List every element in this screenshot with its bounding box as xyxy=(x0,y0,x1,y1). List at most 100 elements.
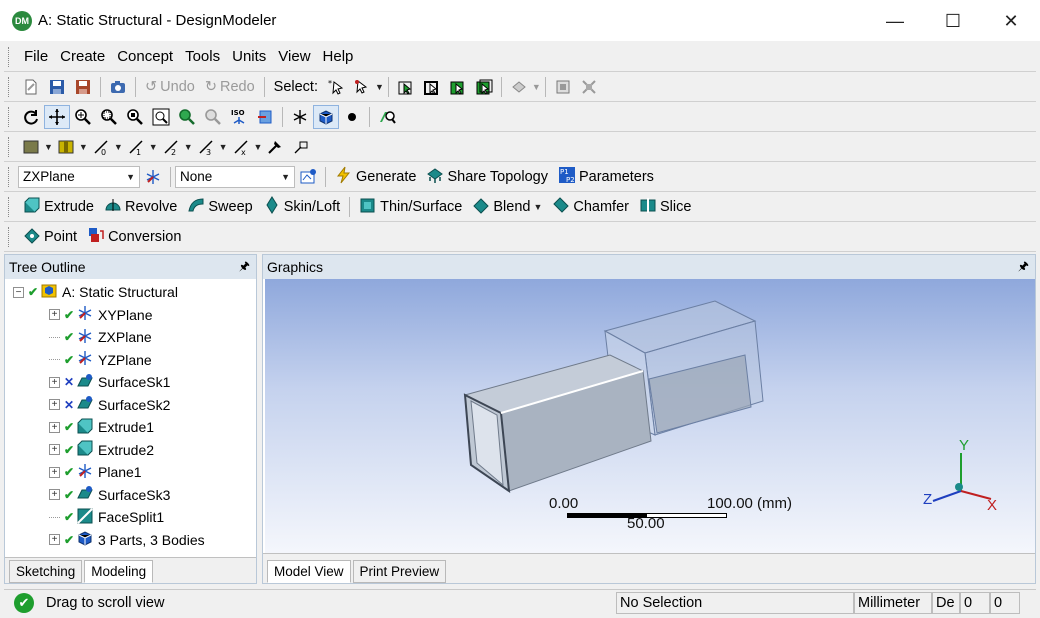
revolve-button[interactable]: Revolve xyxy=(99,195,182,219)
pin-icon[interactable]: 🖈 xyxy=(1018,257,1029,278)
sweep-button[interactable]: Sweep xyxy=(182,195,257,219)
expand-icon[interactable]: + xyxy=(49,444,60,456)
edge-filter-0-icon[interactable]: 0 xyxy=(88,135,114,159)
tab-sketching[interactable]: Sketching xyxy=(9,560,83,583)
magnifier-icon[interactable] xyxy=(174,105,200,129)
plane-select[interactable]: ZXPlane ▼ xyxy=(18,165,140,188)
menu-create[interactable]: Create xyxy=(54,48,111,65)
extend-selection-dropdown-icon[interactable]: ▼ xyxy=(532,82,541,92)
tab-modeling[interactable]: Modeling xyxy=(84,560,154,583)
menu-view[interactable]: View xyxy=(272,48,316,65)
conversion-button[interactable]: Conversion xyxy=(82,225,186,249)
minimize-button[interactable]: — xyxy=(866,0,924,42)
menu-file[interactable]: File xyxy=(18,48,54,65)
select-mode-icon[interactable] xyxy=(349,75,375,99)
save-icon[interactable] xyxy=(44,75,70,99)
display-model-icon[interactable] xyxy=(313,104,339,129)
toolbar-grip[interactable] xyxy=(8,136,12,157)
save-as-icon[interactable] xyxy=(70,75,96,99)
previous-view-icon[interactable] xyxy=(200,105,226,129)
flag-edge-icon[interactable] xyxy=(288,135,314,159)
expand-icon[interactable]: + xyxy=(49,534,60,546)
menu-concept[interactable]: Concept xyxy=(111,48,179,65)
edge-filter-1-dropdown-icon[interactable]: ▼ xyxy=(149,142,158,152)
parameters-button[interactable]: P1 P2 Parameters xyxy=(553,165,659,189)
zoom-box-icon[interactable] xyxy=(96,105,122,129)
menu-grip[interactable] xyxy=(8,46,12,67)
toolbar-grip[interactable] xyxy=(8,226,12,247)
skin-loft-button[interactable]: Skin/Loft xyxy=(258,195,345,219)
menu-help[interactable]: Help xyxy=(317,48,360,65)
menu-units[interactable]: Units xyxy=(226,48,272,65)
undo-button[interactable]: ↺ Undo xyxy=(140,75,200,99)
close-button[interactable]: ✕ xyxy=(982,0,1040,42)
tab-model-view[interactable]: Model View xyxy=(267,560,351,583)
new-plane-icon[interactable] xyxy=(140,165,166,189)
look-at-icon[interactable] xyxy=(252,105,278,129)
expand-all-icon[interactable] xyxy=(550,75,576,99)
edge-filter-x-icon[interactable]: x xyxy=(228,135,254,159)
edge-color-dropdown-icon[interactable]: ▼ xyxy=(79,142,88,152)
tree-item[interactable]: + ✕ SurfaceSk2 xyxy=(5,394,256,417)
expand-icon[interactable]: + xyxy=(49,421,60,433)
rotate-icon[interactable] xyxy=(18,105,44,129)
tree-item[interactable]: + ✕ SurfaceSk1 xyxy=(5,371,256,394)
point-button[interactable]: Point xyxy=(18,225,82,249)
blend-button[interactable]: Blend ▼ xyxy=(467,195,547,219)
edge-filter-1-icon[interactable]: 1 xyxy=(123,135,149,159)
generate-button[interactable]: Generate xyxy=(330,165,421,189)
pan-icon[interactable] xyxy=(44,104,70,129)
collapse-all-icon[interactable] xyxy=(576,75,602,99)
maximize-button[interactable]: ☐ xyxy=(924,0,982,42)
select-face-icon[interactable] xyxy=(445,75,471,99)
extrude-button[interactable]: Extrude xyxy=(18,195,99,219)
edge-filter-2-dropdown-icon[interactable]: ▼ xyxy=(184,142,193,152)
new-document-icon[interactable] xyxy=(18,75,44,99)
iso-view-icon[interactable]: ISO xyxy=(226,105,252,129)
toolbar-grip[interactable] xyxy=(8,76,12,97)
box-zoom-icon[interactable] xyxy=(148,105,174,129)
pin-edge-icon[interactable] xyxy=(262,135,288,159)
expand-icon[interactable]: + xyxy=(49,489,60,501)
select-vertex-icon[interactable] xyxy=(393,75,419,99)
expand-icon[interactable]: + xyxy=(49,399,60,411)
thin-surface-button[interactable]: Thin/Surface xyxy=(354,195,467,219)
toolbar-grip[interactable] xyxy=(8,166,12,187)
zoom-to-fit-icon[interactable] xyxy=(122,105,148,129)
collapse-icon[interactable]: − xyxy=(13,286,24,298)
graphics-viewport[interactable]: 0.00 100.00 (mm) 50.00 Y Z X xyxy=(265,279,1035,555)
sketch-select[interactable]: None ▼ xyxy=(175,165,295,188)
slice-button[interactable]: Slice xyxy=(634,195,696,219)
tree-item[interactable]: + ✔ Extrude2 xyxy=(5,439,256,462)
tree-item[interactable]: + ✔ 3 Parts, 3 Bodies xyxy=(5,529,256,552)
edge-filter-3-dropdown-icon[interactable]: ▼ xyxy=(219,142,228,152)
tree-item[interactable]: + ✔ XYPlane xyxy=(5,304,256,327)
expand-icon[interactable]: + xyxy=(49,466,60,478)
edge-filter-0-dropdown-icon[interactable]: ▼ xyxy=(114,142,123,152)
plane-look-icon[interactable] xyxy=(374,105,400,129)
edge-filter-x-dropdown-icon[interactable]: ▼ xyxy=(254,142,263,152)
face-color-icon[interactable] xyxy=(18,135,44,159)
select-edge-icon[interactable] xyxy=(419,75,445,99)
triad-icon[interactable] xyxy=(287,105,313,129)
expand-icon[interactable]: + xyxy=(49,376,60,388)
angle-units-status[interactable]: De xyxy=(932,591,960,614)
expand-icon[interactable]: + xyxy=(49,309,60,321)
edge-filter-2-icon[interactable]: 2 xyxy=(158,135,184,159)
edge-filter-3-icon[interactable]: 3 xyxy=(193,135,219,159)
chamfer-button[interactable]: Chamfer xyxy=(547,195,634,219)
length-units-status[interactable]: Millimeter xyxy=(854,591,932,614)
camera-icon[interactable] xyxy=(105,75,131,99)
tab-print-preview[interactable]: Print Preview xyxy=(352,560,447,583)
zoom-icon[interactable] xyxy=(70,105,96,129)
display-point-icon[interactable] xyxy=(339,105,365,129)
select-body-icon[interactable] xyxy=(471,75,497,99)
tree-root[interactable]: − ✔ A: Static Structural xyxy=(5,281,256,304)
tree-item[interactable]: ✔ YZPlane xyxy=(5,349,256,372)
select-new-icon[interactable]: * xyxy=(323,75,349,99)
menu-tools[interactable]: Tools xyxy=(179,48,226,65)
share-topology-button[interactable]: Share Topology xyxy=(421,165,553,189)
redo-button[interactable]: ↻ Redo xyxy=(200,75,260,99)
tree-item[interactable]: + ✔ Extrude1 xyxy=(5,416,256,439)
tree-item[interactable]: + ✔ SurfaceSk3 xyxy=(5,484,256,507)
